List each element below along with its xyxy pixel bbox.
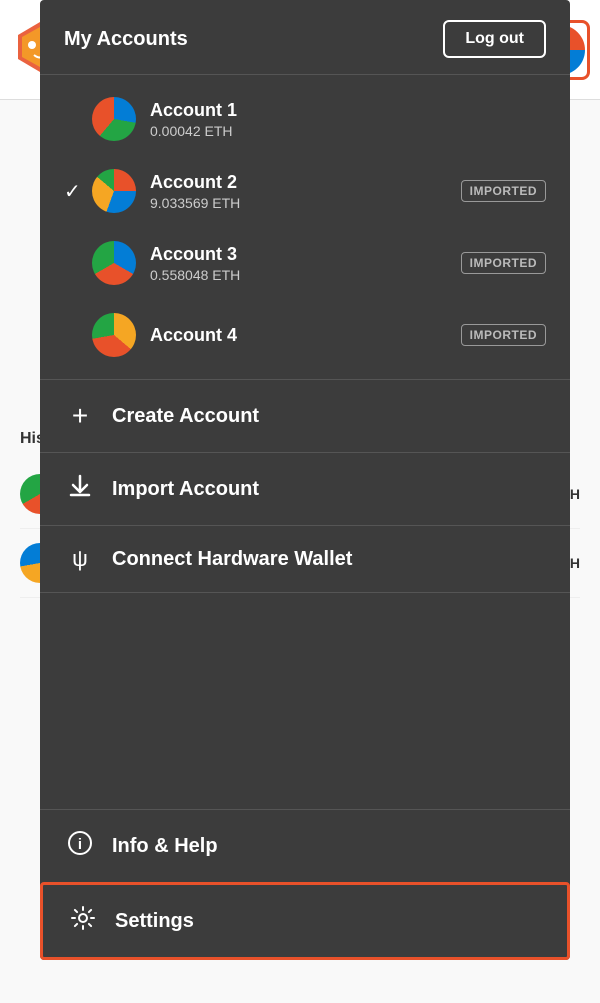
account-check-4 [64, 324, 88, 347]
account-list: Account 1 0.00042 ETH ✓ Account 2 9.0335… [40, 75, 570, 380]
info-icon: i [64, 830, 96, 862]
info-help-label: Info & Help [112, 835, 218, 858]
account-check-1 [64, 108, 88, 131]
spacer [40, 593, 570, 809]
account-balance-2: 9.033569 ETH [150, 195, 461, 211]
account-item-3[interactable]: Account 3 0.558048 ETH IMPORTED [40, 227, 570, 299]
logout-button[interactable]: Log out [443, 20, 546, 58]
import-account-icon [64, 473, 96, 505]
account-name-3: Account 3 [150, 244, 461, 265]
create-account-label: Create Account [112, 405, 259, 428]
account-info-1: Account 1 0.00042 ETH [150, 100, 546, 139]
create-account-item[interactable]: + Create Account [40, 380, 570, 453]
account-avatar-2 [92, 169, 136, 213]
import-account-item[interactable]: Import Account [40, 453, 570, 526]
imported-badge-3: IMPORTED [461, 252, 546, 274]
account-avatar-1 [92, 97, 136, 141]
settings-icon [67, 905, 99, 937]
account-name-1: Account 1 [150, 100, 546, 121]
account-check-3 [64, 252, 88, 275]
account-item-4[interactable]: Account 4 IMPORTED [40, 299, 570, 371]
account-avatar-3 [92, 241, 136, 285]
connect-hardware-item[interactable]: ψ Connect Hardware Wallet [40, 526, 570, 592]
info-help-item[interactable]: i Info & Help [40, 809, 570, 882]
svg-text:i: i [78, 836, 82, 853]
account-balance-3: 0.558048 ETH [150, 267, 461, 283]
account-info-3: Account 3 0.558048 ETH [150, 244, 461, 283]
account-item-2[interactable]: ✓ Account 2 9.033569 ETH IMPORTED [40, 155, 570, 227]
accounts-dropdown: My Accounts Log out Account 1 0.00042 ET… [40, 0, 570, 960]
account-check-2: ✓ [64, 179, 88, 204]
connect-hardware-label: Connect Hardware Wallet [112, 548, 352, 571]
dropdown-header: My Accounts Log out [40, 0, 570, 75]
my-accounts-title: My Accounts [64, 28, 188, 51]
account-balance-1: 0.00042 ETH [150, 123, 546, 139]
account-name-4: Account 4 [150, 325, 461, 346]
account-avatar-4 [92, 313, 136, 357]
account-item-1[interactable]: Account 1 0.00042 ETH [40, 83, 570, 155]
menu-items: + Create Account Import Account ψ Connec… [40, 380, 570, 593]
imported-badge-4: IMPORTED [461, 324, 546, 346]
create-account-icon: + [64, 400, 96, 432]
imported-badge-2: IMPORTED [461, 180, 546, 202]
settings-label: Settings [115, 910, 194, 933]
account-info-2: Account 2 9.033569 ETH [150, 172, 461, 211]
account-info-4: Account 4 [150, 325, 461, 346]
account-name-2: Account 2 [150, 172, 461, 193]
connect-hardware-icon: ψ [64, 546, 96, 572]
settings-item[interactable]: Settings [40, 882, 570, 960]
import-account-label: Import Account [112, 478, 259, 501]
